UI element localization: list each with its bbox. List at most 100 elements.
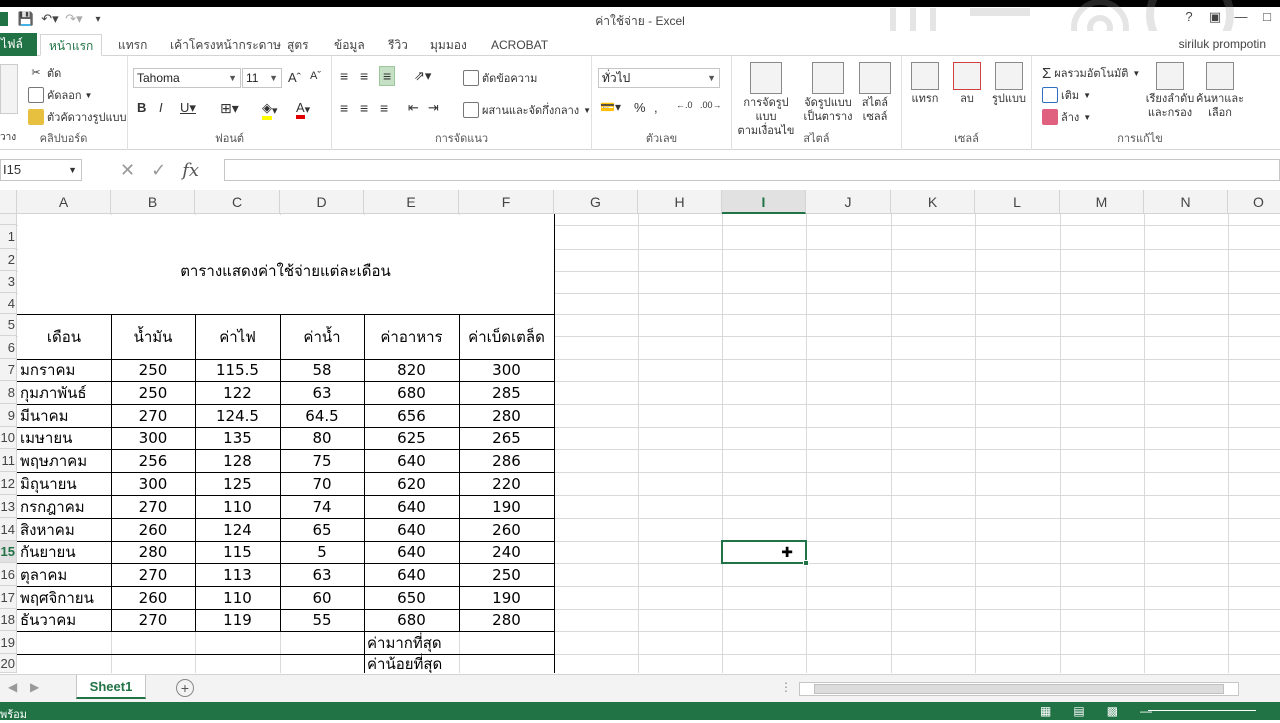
number-format-select[interactable]: ทั่วไป ▼ (598, 68, 720, 88)
value-cell[interactable]: 110 (195, 586, 280, 609)
row-header-18[interactable]: 18 (0, 609, 17, 631)
align-bottom-icon[interactable]: ≡ (379, 66, 396, 86)
value-cell[interactable]: 280 (459, 609, 554, 631)
value-cell[interactable]: 270 (111, 404, 195, 427)
page-break-view-icon[interactable]: ▩ (1107, 704, 1118, 718)
month-cell[interactable]: เมษายน (17, 427, 111, 449)
user-name[interactable]: siriluk prompotin (1179, 37, 1266, 51)
paste-icon[interactable] (0, 64, 18, 114)
table-header-cell[interactable]: ค่าไฟ (195, 314, 280, 359)
month-cell[interactable]: มิถุนายน (17, 472, 111, 495)
row-header-1[interactable]: 1 (0, 225, 17, 249)
value-cell[interactable]: 260 (111, 518, 195, 541)
autosum-button[interactable]: Σ ผลรวมอัตโนมัติ ▼ (1042, 64, 1140, 82)
clear-button[interactable]: ล้าง ▼ (1042, 108, 1091, 126)
column-header-b[interactable]: B (111, 190, 195, 214)
column-header-e[interactable]: E (364, 190, 459, 214)
column-header-l[interactable]: L (975, 190, 1060, 214)
font-name-select[interactable]: Tahoma ▼ (133, 68, 241, 88)
align-center-icon[interactable]: ≡ (360, 100, 368, 116)
value-cell[interactable]: 110 (195, 495, 280, 518)
value-cell[interactable]: 220 (459, 472, 554, 495)
value-cell[interactable]: 640 (364, 495, 459, 518)
insert-cells-button[interactable]: แทรก (902, 56, 948, 106)
fill-color-icon[interactable]: ◈ ▾ (262, 100, 278, 120)
table-header-cell[interactable]: น้ำมัน (111, 314, 195, 359)
add-sheet-icon[interactable]: + (176, 679, 194, 697)
value-cell[interactable]: 280 (111, 541, 195, 563)
row-header-19[interactable]: 19 (0, 631, 17, 654)
row-header-14[interactable]: 14 (0, 518, 17, 541)
wrap-text-button[interactable]: ตัดข้อความ (463, 69, 537, 87)
value-cell[interactable]: 115.5 (195, 359, 280, 381)
value-cell[interactable]: 190 (459, 586, 554, 609)
value-cell[interactable]: 58 (280, 359, 364, 381)
value-cell[interactable]: 640 (364, 563, 459, 586)
month-cell[interactable]: พฤศจิกายน (17, 586, 111, 609)
font-size-select[interactable]: 11 ▼ (242, 68, 282, 88)
value-cell[interactable]: 300 (111, 427, 195, 449)
value-cell[interactable]: 240 (459, 541, 554, 563)
month-cell[interactable]: กันยายน (17, 541, 111, 563)
month-cell[interactable]: ธันวาคม (17, 609, 111, 631)
value-cell[interactable]: 820 (364, 359, 459, 381)
value-cell[interactable]: 250 (111, 381, 195, 404)
prev-sheet-icon[interactable]: ◀ (8, 680, 17, 694)
column-header-k[interactable]: K (891, 190, 975, 214)
format-painter-button[interactable]: ตัวคัดวางรูปแบบ (28, 108, 127, 126)
value-cell[interactable]: 122 (195, 381, 280, 404)
tab-view[interactable]: มุมมอง (422, 34, 475, 56)
merge-center-button[interactable]: ผสานและจัดกึ่งกลาง ▼ (463, 101, 591, 119)
row-header-8[interactable]: 8 (0, 381, 17, 404)
select-all-corner[interactable] (0, 190, 17, 214)
format-as-table-button[interactable]: จัดรูปแบบ เป็นตาราง (798, 56, 858, 124)
cut-button[interactable]: ✂ ตัด (28, 64, 61, 82)
insert-function-icon[interactable]: fx (182, 160, 199, 181)
value-cell[interactable]: 63 (280, 563, 364, 586)
value-cell[interactable]: 620 (364, 472, 459, 495)
value-cell[interactable]: 119 (195, 609, 280, 631)
value-cell[interactable]: 640 (364, 518, 459, 541)
value-cell[interactable]: 260 (111, 586, 195, 609)
next-sheet-icon[interactable]: ▶ (30, 680, 39, 694)
sheet-tab-sheet1[interactable]: Sheet1 (76, 675, 146, 699)
bold-icon[interactable]: B (137, 100, 146, 115)
value-cell[interactable]: 115 (195, 541, 280, 563)
column-header-h[interactable]: H (638, 190, 722, 214)
value-cell[interactable]: 70 (280, 472, 364, 495)
value-cell[interactable]: 270 (111, 609, 195, 631)
value-cell[interactable]: 680 (364, 609, 459, 631)
value-cell[interactable]: 124 (195, 518, 280, 541)
zoom-slider[interactable] (1148, 710, 1256, 711)
borders-icon[interactable]: ⊞▾ (220, 100, 239, 117)
tab-data[interactable]: ข้อมูล (326, 34, 373, 56)
row-header-16[interactable]: 16 (0, 563, 17, 586)
row-header-17[interactable]: 17 (0, 586, 17, 609)
value-cell[interactable]: 125 (195, 472, 280, 495)
percent-icon[interactable]: % (634, 100, 646, 115)
value-cell[interactable]: 280 (459, 404, 554, 427)
row-header-15[interactable]: 15 (0, 541, 17, 563)
find-select-button[interactable]: ค้นหาและ เลือก (1192, 56, 1248, 120)
column-header-f[interactable]: F (459, 190, 554, 214)
value-cell[interactable]: 190 (459, 495, 554, 518)
value-cell[interactable]: 300 (459, 359, 554, 381)
sort-filter-button[interactable]: เรียงลำดับ และกรอง (1142, 56, 1198, 120)
underline-icon[interactable]: U▾ (180, 100, 196, 116)
tab-home[interactable]: หน้าแรก (40, 34, 103, 56)
cancel-icon[interactable]: ✕ (120, 160, 135, 181)
row-header-5[interactable]: 5 (0, 314, 17, 336)
value-cell[interactable]: 265 (459, 427, 554, 449)
value-cell[interactable]: 640 (364, 541, 459, 563)
row-header-4[interactable]: 4 (0, 293, 17, 314)
format-cells-button[interactable]: รูปแบบ (986, 56, 1032, 106)
align-left-icon[interactable]: ≡ (340, 100, 348, 116)
value-cell[interactable]: 286 (459, 449, 554, 472)
cell-styles-button[interactable]: สไตล์ เซลล์ (850, 56, 900, 124)
formula-input[interactable] (224, 159, 1280, 181)
normal-view-icon[interactable]: ▦ (1040, 704, 1051, 718)
decrease-decimal-icon[interactable]: .00→ (700, 100, 722, 110)
orientation-icon[interactable]: ⇗▾ (414, 68, 431, 84)
value-cell[interactable]: 270 (111, 563, 195, 586)
tab-page-layout[interactable]: เค้าโครงหน้ากระดาษ (162, 34, 289, 56)
